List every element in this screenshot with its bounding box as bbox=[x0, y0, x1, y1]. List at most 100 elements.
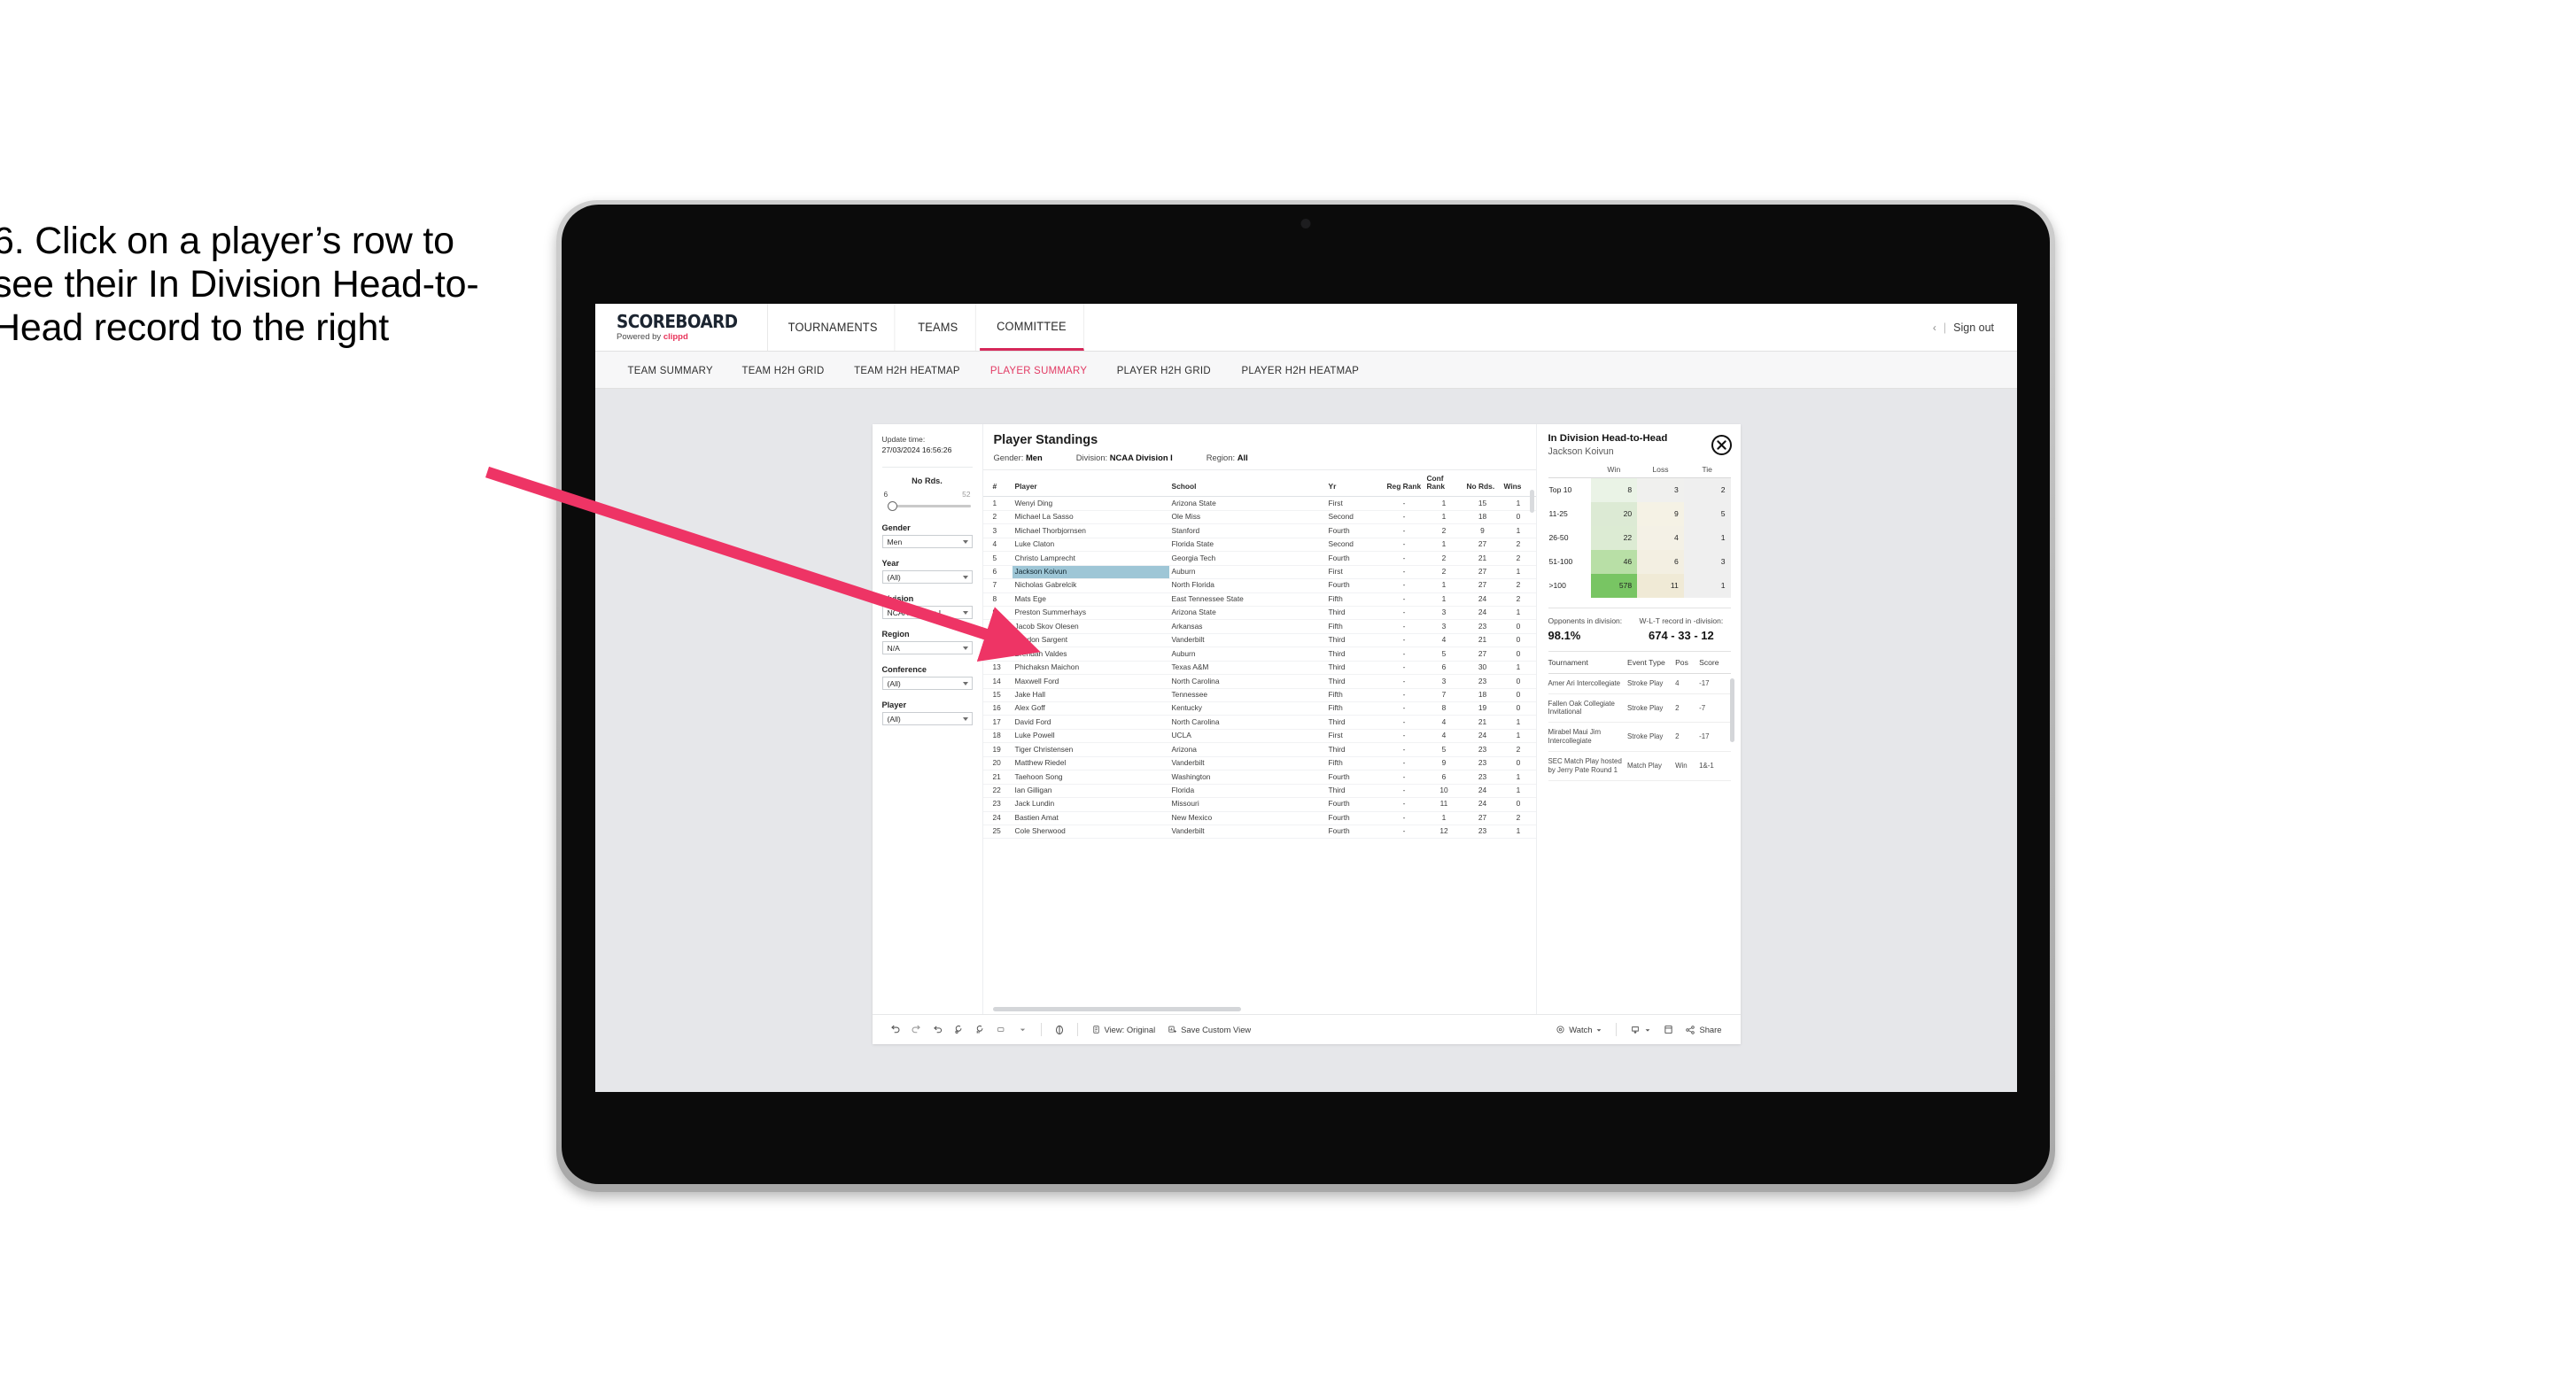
share-button[interactable]: Share bbox=[1679, 1025, 1727, 1035]
row-wins: 1 bbox=[1501, 729, 1536, 744]
h2h-cell[interactable]: 1 bbox=[1683, 525, 1731, 550]
chevron-down-icon bbox=[962, 646, 968, 650]
table-row[interactable]: 12 Brendan Valdes Auburn Third -5 27 0 bbox=[982, 647, 1536, 662]
table-row[interactable]: 17 David Ford North Carolina Third -4 21 1 bbox=[982, 715, 1536, 730]
h2h-cell[interactable]: 5 bbox=[1683, 501, 1731, 526]
tab-player-h2h-heatmap[interactable]: PLAYER H2H HEATMAP bbox=[1230, 364, 1370, 376]
filter-year-select[interactable]: (All) bbox=[881, 570, 973, 585]
table-row[interactable]: 13 Phichaksn Maichon Texas A&M Third -6 30 1 bbox=[982, 661, 1536, 676]
row-school: Arizona State bbox=[1168, 606, 1326, 621]
h2h-cell[interactable]: 3 bbox=[1637, 477, 1684, 502]
row-no-rds: 21 bbox=[1463, 715, 1501, 730]
tab-player-summary[interactable]: PLAYER SUMMARY bbox=[979, 364, 1099, 376]
meta-gender: Gender: Men bbox=[994, 453, 1043, 462]
col-player[interactable]: Player bbox=[1012, 470, 1169, 498]
col-reg-rank[interactable]: Reg Rank bbox=[1384, 470, 1424, 498]
h2h-cell[interactable]: 9 bbox=[1637, 501, 1684, 526]
table-row[interactable]: 21 Taehoon Song Washington Fourth -6 23 1 bbox=[982, 770, 1536, 785]
chevron-down-icon[interactable] bbox=[1013, 1019, 1034, 1041]
row-player: David Ford bbox=[1012, 715, 1169, 730]
h2h-cell[interactable]: 1 bbox=[1683, 573, 1731, 598]
table-row[interactable]: 10 Jacob Skov Olesen Arkansas Fifth -3 23 0 bbox=[982, 619, 1536, 634]
pause-icon[interactable] bbox=[1049, 1019, 1070, 1041]
tab-team-h2h-grid[interactable]: TEAM H2H GRID bbox=[731, 364, 837, 376]
tournament-pos: 2 bbox=[1675, 722, 1700, 753]
tournaments-scrollbar[interactable] bbox=[1729, 678, 1734, 742]
tab-team-summary[interactable]: TEAM SUMMARY bbox=[616, 364, 725, 376]
standings-vertical-scrollbar[interactable] bbox=[1529, 490, 1534, 513]
row-conf-rank: 4 bbox=[1424, 633, 1464, 648]
refresh-icon[interactable] bbox=[949, 1019, 970, 1041]
table-row[interactable]: 11 Gordon Sargent Vanderbilt Third -4 21 0 bbox=[982, 633, 1536, 648]
col-conf-rank[interactable]: Conf Rank bbox=[1424, 470, 1464, 498]
table-row[interactable]: 24 Bastien Amat New Mexico Fourth -1 27 2 bbox=[982, 811, 1536, 825]
table-row[interactable]: 18 Luke Powell UCLA First -4 24 1 bbox=[982, 729, 1536, 744]
nav-committee[interactable]: COMMITTEE bbox=[980, 304, 1084, 351]
h2h-cell[interactable]: 578 bbox=[1590, 573, 1638, 598]
filter-player-select[interactable]: (All) bbox=[881, 712, 973, 726]
filter-division-select[interactable]: NCAA Division I bbox=[881, 606, 973, 620]
table-row[interactable]: 2 Michael La Sasso Ole Miss Second -1 18 0 bbox=[982, 510, 1536, 525]
nav-tournaments[interactable]: TOURNAMENTS bbox=[772, 304, 896, 351]
filter-gender-select[interactable]: Men bbox=[881, 535, 973, 549]
fullscreen-icon[interactable] bbox=[1657, 1019, 1679, 1041]
h2h-cell[interactable]: 2 bbox=[1683, 477, 1731, 502]
col-no-rds[interactable]: No Rds. bbox=[1463, 470, 1501, 498]
table-row[interactable]: 6 Jackson Koivun Auburn First -2 27 1 bbox=[982, 565, 1536, 580]
table-row[interactable]: 7 Nicholas Gabrelcik North Florida Fourth -1… bbox=[982, 578, 1536, 593]
no-rounds-slider[interactable] bbox=[882, 501, 973, 512]
tournament-event-type: Match Play bbox=[1626, 751, 1676, 781]
row-wins: 2 bbox=[1501, 578, 1536, 593]
h2h-cell[interactable]: 11 bbox=[1637, 573, 1684, 598]
standings-horizontal-scrollbar[interactable] bbox=[992, 1007, 1241, 1011]
row-school: Arizona bbox=[1168, 742, 1326, 757]
sign-out-link[interactable]: Sign out bbox=[1953, 321, 1994, 334]
row-rank: 10 bbox=[982, 619, 1013, 634]
table-row[interactable]: 8 Mats Ege East Tennessee State Fifth -1 24 2 bbox=[982, 592, 1536, 607]
chevron-down-icon bbox=[962, 539, 968, 544]
tab-team-h2h-heatmap[interactable]: TEAM H2H HEATMAP bbox=[842, 364, 972, 376]
table-row[interactable]: 15 Jake Hall Tennessee Fifth -7 18 0 bbox=[982, 688, 1536, 703]
h2h-cell[interactable]: 4 bbox=[1637, 525, 1684, 550]
row-school: Washington bbox=[1168, 770, 1326, 785]
download-button[interactable] bbox=[1624, 1025, 1657, 1035]
table-row[interactable]: 14 Maxwell Ford North Carolina Third -3 23 0 bbox=[982, 674, 1536, 689]
filter-conference-select[interactable]: (All) bbox=[881, 677, 973, 691]
table-row[interactable]: 23 Jack Lundin Missouri Fourth -11 24 0 bbox=[982, 797, 1536, 812]
row-conf-rank: 12 bbox=[1424, 825, 1464, 840]
table-row[interactable]: 3 Michael Thorbjornsen Stanford Fourth -2 9 1 bbox=[982, 523, 1536, 538]
more-icon[interactable]: ‹ bbox=[1933, 321, 1936, 334]
table-row[interactable]: 22 Ian Gilligan Florida Third -10 24 1 bbox=[982, 784, 1536, 799]
h2h-cell[interactable]: 20 bbox=[1590, 501, 1638, 526]
filter-region-select[interactable]: N/A bbox=[881, 641, 973, 655]
col-yr[interactable]: Yr bbox=[1325, 470, 1385, 498]
h2h-cell[interactable]: 6 bbox=[1637, 549, 1684, 574]
table-row[interactable]: 1 Wenyi Ding Arizona State First -1 15 1 bbox=[982, 496, 1536, 511]
save-custom-view-button[interactable]: Save Custom View bbox=[1161, 1025, 1257, 1034]
table-row[interactable]: 16 Alex Goff Kentucky Fifth -8 19 0 bbox=[982, 701, 1536, 716]
table-row[interactable]: 20 Matthew Riedel Vanderbilt Fifth -9 23 0 bbox=[982, 756, 1536, 771]
table-row[interactable]: 9 Preston Summerhays Arizona State Third -3 2… bbox=[982, 606, 1536, 621]
h2h-cell[interactable]: 3 bbox=[1683, 549, 1731, 574]
table-row[interactable]: 5 Christo Lamprecht Georgia Tech Fourth -2 21… bbox=[982, 551, 1536, 566]
close-icon[interactable] bbox=[1711, 435, 1732, 455]
undo-icon[interactable] bbox=[885, 1019, 906, 1041]
slider-handle[interactable] bbox=[887, 501, 897, 512]
nav-teams[interactable]: TEAMS bbox=[901, 304, 975, 351]
resize-icon[interactable] bbox=[991, 1019, 1013, 1041]
watch-button[interactable]: Watch bbox=[1549, 1025, 1609, 1034]
h2h-cell[interactable]: 22 bbox=[1590, 525, 1638, 550]
revert-icon[interactable] bbox=[927, 1019, 949, 1041]
row-rank: 11 bbox=[982, 633, 1013, 648]
h2h-cell[interactable]: 8 bbox=[1590, 477, 1638, 502]
table-row[interactable]: 25 Cole Sherwood Vanderbilt Fourth -12 23 1 bbox=[982, 825, 1536, 840]
redo-icon[interactable] bbox=[906, 1019, 927, 1041]
table-row[interactable]: 4 Luke Claton Florida State Second -1 27 2 bbox=[982, 538, 1536, 553]
view-original-button[interactable]: View: Original bbox=[1085, 1025, 1162, 1034]
tab-player-h2h-grid[interactable]: PLAYER H2H GRID bbox=[1106, 364, 1223, 376]
pause-auto-updates-icon[interactable] bbox=[970, 1019, 991, 1041]
col-rank[interactable]: # bbox=[982, 470, 1013, 498]
table-row[interactable]: 19 Tiger Christensen Arizona Third -5 23 2 bbox=[982, 742, 1536, 757]
h2h-cell[interactable]: 46 bbox=[1590, 549, 1638, 574]
col-school[interactable]: School bbox=[1168, 470, 1326, 498]
